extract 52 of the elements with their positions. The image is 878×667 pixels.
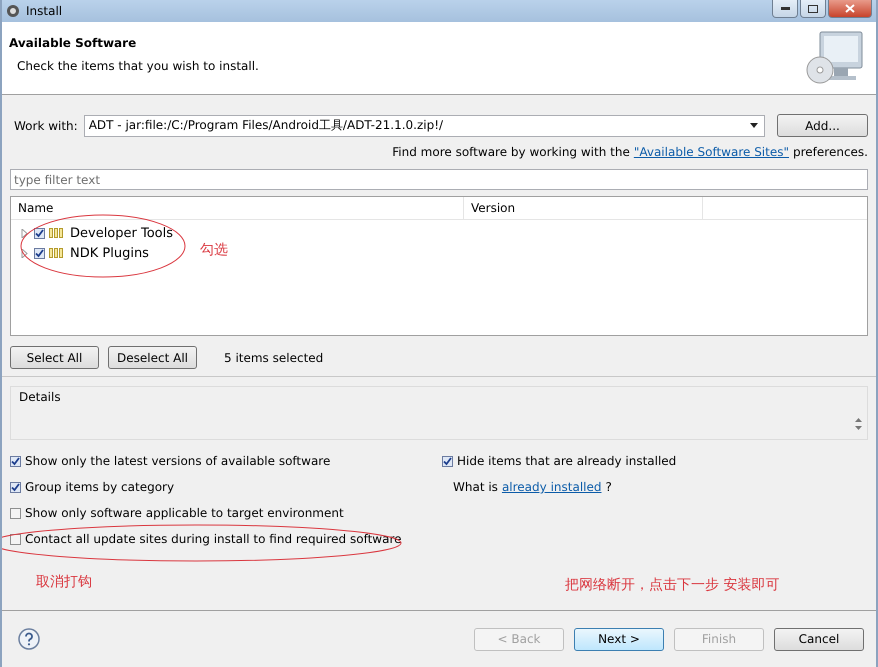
checkmark-icon (35, 228, 44, 238)
scroll-arrows-icon[interactable] (855, 417, 862, 431)
page-title: Available Software (9, 36, 138, 50)
checkmark-icon (11, 482, 20, 492)
minimize-button[interactable] (772, 0, 798, 18)
maximize-button[interactable] (800, 0, 826, 18)
option-checkbox[interactable]: Show only the latest versions of available software (10, 448, 442, 474)
selection-count: 5 items selected (224, 350, 324, 364)
dropdown-arrow-icon (750, 123, 758, 128)
category-icon (49, 248, 63, 258)
checkmark-icon (443, 456, 452, 466)
option-checkbox[interactable]: Show only software applicable to target environment (10, 500, 442, 526)
minimize-icon (780, 7, 790, 10)
question-mark-text: ? (605, 480, 612, 494)
category-icon (49, 228, 63, 238)
annotation-text: 取消打钩 (36, 573, 92, 591)
expand-arrow-icon[interactable] (21, 248, 28, 258)
table-cell: NDK Plugins (70, 246, 149, 260)
checkbox[interactable] (34, 228, 45, 238)
checkmark-icon (11, 456, 20, 466)
add-button[interactable]: Add... (777, 114, 868, 137)
close-icon (845, 4, 855, 13)
column-header[interactable]: Version (464, 197, 703, 219)
window-title: Install (26, 4, 62, 18)
option-checkbox[interactable]: Hide items that are already installed (442, 448, 676, 474)
wizard-button[interactable]: Cancel (774, 628, 864, 650)
option-checkbox[interactable]: Group items by category (10, 474, 442, 500)
gear-icon (6, 4, 20, 18)
wizard-button[interactable]: Next > (574, 628, 664, 650)
table-cell: Developer Tools (70, 226, 174, 240)
checkbox[interactable] (34, 248, 45, 258)
work-with-label: Work with: (14, 118, 78, 132)
filter-field[interactable]: type filter text (10, 169, 868, 190)
already-installed-link[interactable]: already installed (502, 480, 602, 494)
page-subtitle: Check the items that you wish to install. (17, 59, 259, 73)
monitor-cd-icon (806, 30, 864, 86)
available-sites-link[interactable]: "Available Software Sites" (634, 145, 790, 159)
annotation-text: 把网络断开，点击下一步 安装即可 (565, 576, 780, 594)
details-label: Details (19, 390, 61, 404)
column-header[interactable]: Name (11, 197, 464, 219)
annotation-text: 勾选 (200, 241, 228, 259)
what-is-text: What is (453, 480, 498, 494)
selection-button[interactable]: Select All (10, 346, 99, 369)
find-more-text: Find more software by working with the (392, 145, 630, 159)
preferences-text: preferences. (793, 145, 868, 159)
checkmark-icon (35, 248, 44, 258)
close-button[interactable] (828, 0, 872, 18)
maximize-icon (808, 4, 818, 12)
work-with-dropdown[interactable]: ADT - jar:file:/C:/Program Files/Android工具/ADT-21.1.0.zip!/ (84, 114, 765, 136)
selection-button[interactable]: Deselect All (108, 346, 197, 369)
expand-arrow-icon[interactable] (21, 228, 28, 238)
help-icon[interactable] (18, 628, 40, 650)
